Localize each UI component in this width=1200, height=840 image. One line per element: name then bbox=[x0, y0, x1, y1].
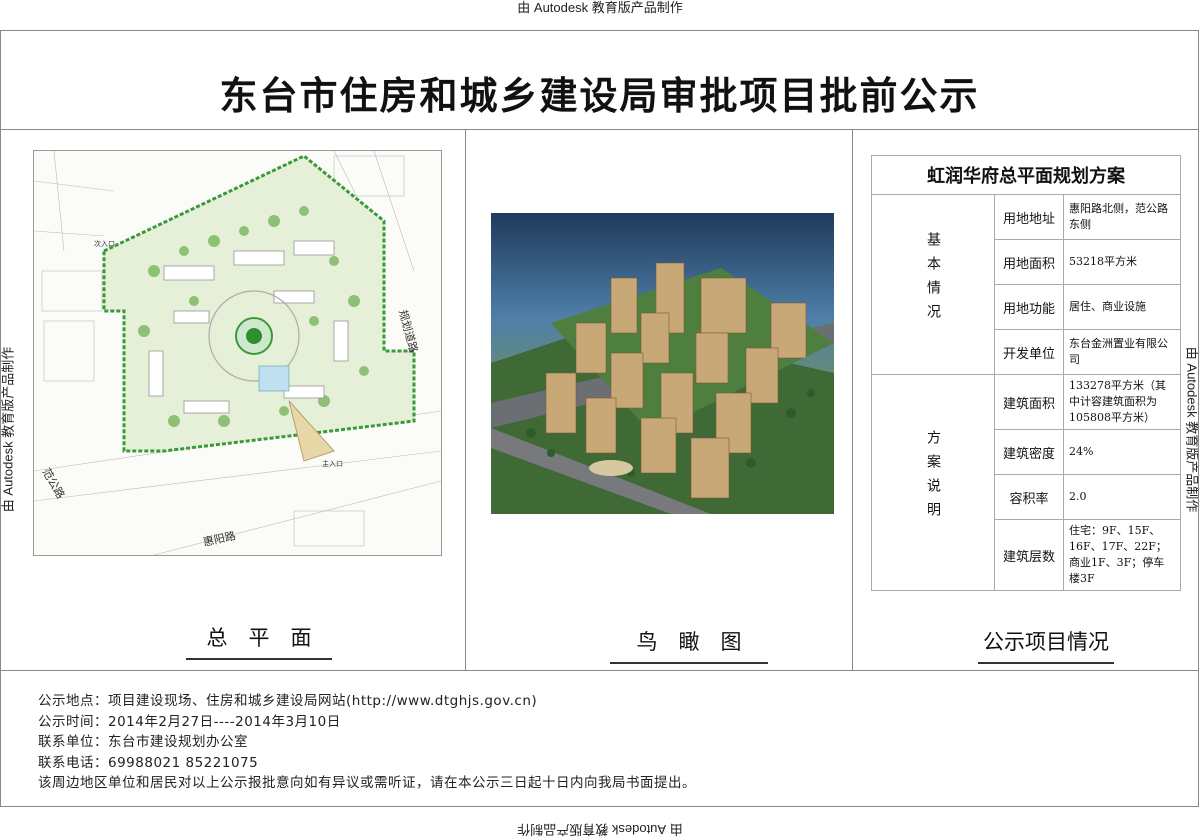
footer-location: 公示地点：项目建设现场、住房和城乡建设局网站(http://www.dtghjs… bbox=[38, 691, 696, 712]
group-basic-label: 基本情况 bbox=[919, 232, 947, 328]
entrance-label-main: 主入口 bbox=[322, 459, 343, 468]
panel-divider bbox=[465, 129, 466, 670]
caption-aerial-view: 鸟 瞰 图 bbox=[610, 626, 768, 664]
info-key: 开发单位 bbox=[995, 330, 1064, 375]
info-key: 用地地址 bbox=[995, 195, 1064, 240]
caption-project-info: 公示项目情况 bbox=[978, 626, 1114, 664]
info-value: 53218平方米 bbox=[1064, 240, 1181, 285]
info-key: 建筑密度 bbox=[995, 430, 1064, 475]
footer-phone: 联系电话：69988021 85221075 bbox=[38, 753, 696, 774]
info-key: 建筑面积 bbox=[995, 375, 1064, 430]
title-row: 东台市住房和城乡建设局审批项目批前公示 bbox=[1, 31, 1198, 130]
project-info-table: 虹润华府总平面规划方案 基本情况 用地地址 惠阳路北侧，范公路东侧 用地面积 5… bbox=[871, 155, 1181, 591]
caption-site-plan: 总 平 面 bbox=[186, 622, 332, 660]
info-value: 住宅：9F、15F、16F、17F、22F；商业1F、3F；停车楼3F bbox=[1064, 520, 1181, 591]
info-value: 惠阳路北侧，范公路东侧 bbox=[1064, 195, 1181, 240]
group-basic-info: 基本情况 bbox=[872, 195, 995, 375]
group-scheme-label: 方案说明 bbox=[919, 430, 947, 526]
info-key: 用地功能 bbox=[995, 285, 1064, 330]
info-value: 133278平方米（其中计容建筑面积为105808平方米） bbox=[1064, 375, 1181, 430]
info-value: 24% bbox=[1064, 430, 1181, 475]
info-table-heading: 虹润华府总平面规划方案 bbox=[872, 156, 1181, 195]
info-value: 2.0 bbox=[1064, 475, 1181, 520]
info-key: 建筑层数 bbox=[995, 520, 1064, 591]
notice-footer: 公示地点：项目建设现场、住房和城乡建设局网站(http://www.dtghjs… bbox=[38, 691, 696, 794]
info-key: 用地面积 bbox=[995, 240, 1064, 285]
site-plan-drawing: 规划道路 范公路 惠阳路 次入口 主入口 bbox=[33, 150, 442, 556]
footer-contact-unit: 联系单位：东台市建设规划办公室 bbox=[38, 732, 696, 753]
group-scheme-info: 方案说明 bbox=[872, 375, 995, 591]
watermark-bottom: 由 Autodesk 教育版产品制作 bbox=[0, 821, 1200, 840]
panel-divider bbox=[852, 129, 853, 670]
info-value: 居住、商业设施 bbox=[1064, 285, 1181, 330]
footer-objection-notice: 该周边地区单位和居民对以上公示报批意向如有异议或需听证，请在本公示三日起十日内向… bbox=[38, 773, 696, 794]
watermark-top: 由 Autodesk 教育版产品制作 bbox=[0, 0, 1200, 16]
page-title: 东台市住房和城乡建设局审批项目批前公示 bbox=[1, 65, 1198, 120]
aerial-view-render bbox=[491, 213, 834, 514]
info-value: 东台金洲置业有限公司 bbox=[1064, 330, 1181, 375]
footer-period: 公示时间：2014年2月27日----2014年3月10日 bbox=[38, 712, 696, 733]
info-key: 容积率 bbox=[995, 475, 1064, 520]
entrance-label-secondary: 次入口 bbox=[94, 239, 115, 248]
